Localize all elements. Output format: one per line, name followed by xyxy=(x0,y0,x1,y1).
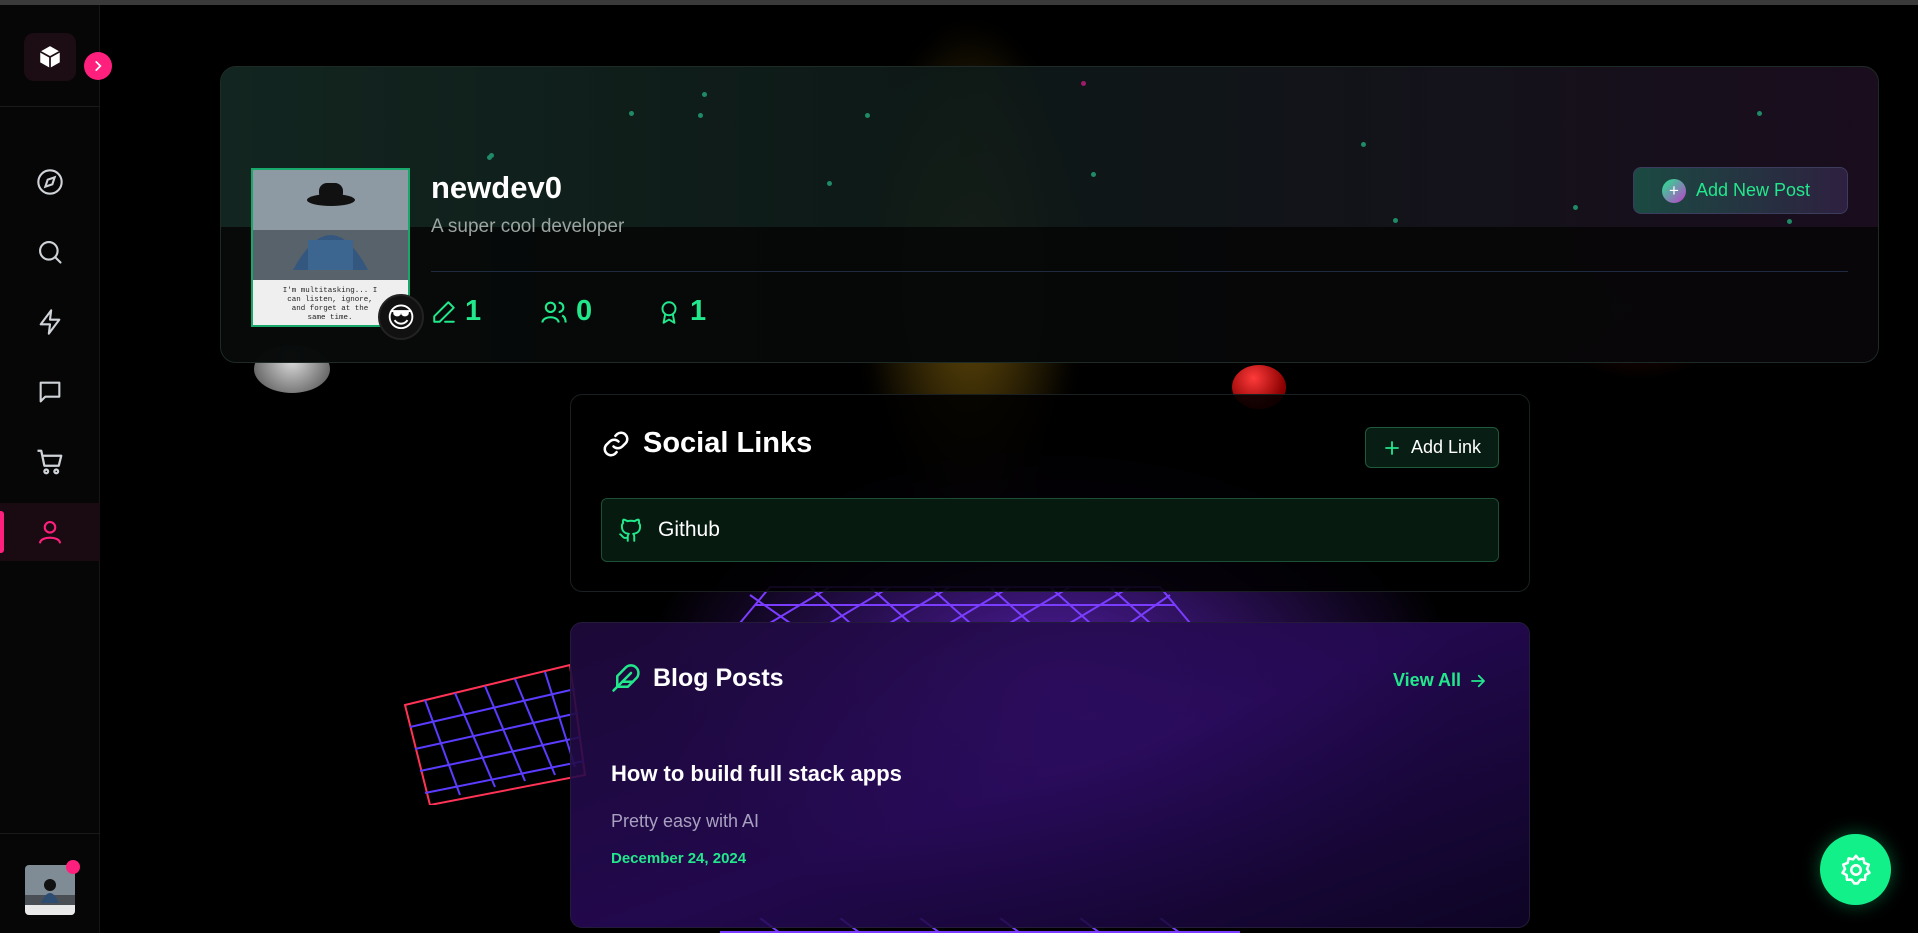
notification-dot xyxy=(66,860,80,874)
sparkle xyxy=(865,113,870,118)
sparkle xyxy=(1757,111,1762,116)
compass-icon xyxy=(37,169,63,195)
users-icon xyxy=(541,301,567,323)
user-avatar-button[interactable] xyxy=(25,860,80,915)
feather-icon xyxy=(612,664,640,692)
blog-posts-card: Blog Posts View All How to build full st… xyxy=(570,622,1530,928)
stat-posts-value: 1 xyxy=(465,295,482,327)
github-icon xyxy=(619,518,642,542)
sidebar-item-activity[interactable] xyxy=(0,293,100,351)
cube-icon xyxy=(39,46,61,68)
award-icon xyxy=(661,300,677,324)
sparkle xyxy=(1573,205,1578,210)
blog-post-title[interactable]: How to build full stack apps xyxy=(611,761,902,787)
sparkle xyxy=(1091,172,1096,177)
social-links-title: Social Links xyxy=(643,427,813,459)
social-link-github[interactable]: Github xyxy=(601,498,1499,562)
arrow-right-icon xyxy=(1471,674,1485,687)
emoji-badge: 😎 xyxy=(378,294,424,340)
settings-button[interactable] xyxy=(1820,834,1891,905)
stat-achievements[interactable]: 1 xyxy=(656,295,706,328)
plus-icon: + xyxy=(1662,178,1686,203)
sidebar-item-profile[interactable] xyxy=(0,503,100,561)
profile-divider xyxy=(431,271,1848,272)
sparkle xyxy=(702,92,707,97)
sidebar-item-messages[interactable] xyxy=(0,363,100,421)
search-icon xyxy=(39,241,62,264)
profile-username: newdev0 xyxy=(431,170,562,205)
message-icon xyxy=(39,381,61,403)
sparkle xyxy=(1393,218,1398,223)
add-new-post-label: Add New Post xyxy=(1696,180,1811,200)
pencil-icon xyxy=(433,300,455,323)
app-logo[interactable] xyxy=(24,33,76,81)
photo-caption-line: and forget at the xyxy=(292,305,369,313)
view-all-label: View All xyxy=(1393,670,1462,690)
blog-post-excerpt: Pretty easy with AI xyxy=(611,811,760,831)
social-links-header: Social Links xyxy=(601,427,812,460)
stat-followers[interactable]: 0 xyxy=(540,295,592,328)
grid-plane-left xyxy=(403,663,587,805)
photo-caption-line: I'm multitasking... I xyxy=(283,287,378,295)
gear-icon xyxy=(1840,854,1871,885)
sparkle xyxy=(827,181,832,186)
blog-posts-header: Blog Posts xyxy=(611,663,784,693)
plus-icon xyxy=(1385,440,1399,455)
stat-achievements-value: 1 xyxy=(690,295,707,327)
blog-posts-title: Blog Posts xyxy=(653,663,784,692)
link-icon xyxy=(603,431,629,456)
sidebar-item-explore[interactable] xyxy=(0,153,100,211)
stat-posts[interactable]: 1 xyxy=(431,295,481,328)
sparkle xyxy=(1361,142,1366,147)
sidebar xyxy=(0,5,112,933)
sparkle xyxy=(698,113,703,118)
add-link-button[interactable]: Add Link xyxy=(1365,427,1499,468)
social-links-card: Social Links Add Link Github xyxy=(570,394,1530,592)
user-icon xyxy=(39,521,61,544)
sidebar-divider xyxy=(0,106,100,107)
chevron-right-icon xyxy=(95,61,102,71)
photo-caption-line: same time. xyxy=(307,314,352,322)
add-link-label: Add Link xyxy=(1410,437,1482,457)
sparkle xyxy=(629,111,634,116)
sparkle xyxy=(487,155,492,160)
lightning-icon xyxy=(39,309,61,335)
sidebar-divider-bottom xyxy=(0,833,100,834)
photo-caption-line: can listen, ignore, xyxy=(287,296,373,304)
sidebar-item-search[interactable] xyxy=(0,223,100,281)
view-all-link[interactable]: View All xyxy=(1393,670,1487,691)
add-new-post-button[interactable]: + Add New Post xyxy=(1633,167,1848,214)
sparkle xyxy=(1787,219,1792,224)
sidebar-expand-button[interactable] xyxy=(84,52,112,80)
social-link-label: Github xyxy=(658,518,720,541)
sparkle xyxy=(1081,81,1086,86)
avatar xyxy=(25,865,75,915)
stat-followers-value: 0 xyxy=(576,295,593,327)
sidebar-item-shop[interactable] xyxy=(0,433,100,491)
blog-post-date: December 24, 2024 xyxy=(611,850,747,867)
profile-bio: A super cool developer xyxy=(431,216,625,237)
cart-icon xyxy=(37,449,63,475)
